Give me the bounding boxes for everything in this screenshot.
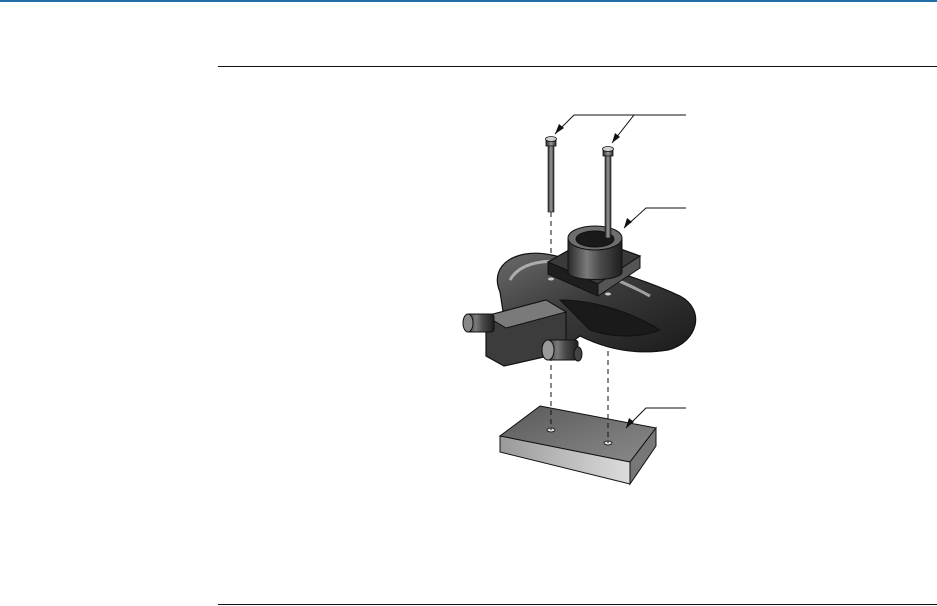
bolt-right — [602, 146, 614, 239]
bolt-left — [545, 136, 557, 213]
left-process-connection — [462, 313, 495, 333]
base-plate — [498, 405, 657, 486]
sensor-mounting-illustration — [0, 0, 937, 486]
right-process-connection — [541, 339, 583, 362]
